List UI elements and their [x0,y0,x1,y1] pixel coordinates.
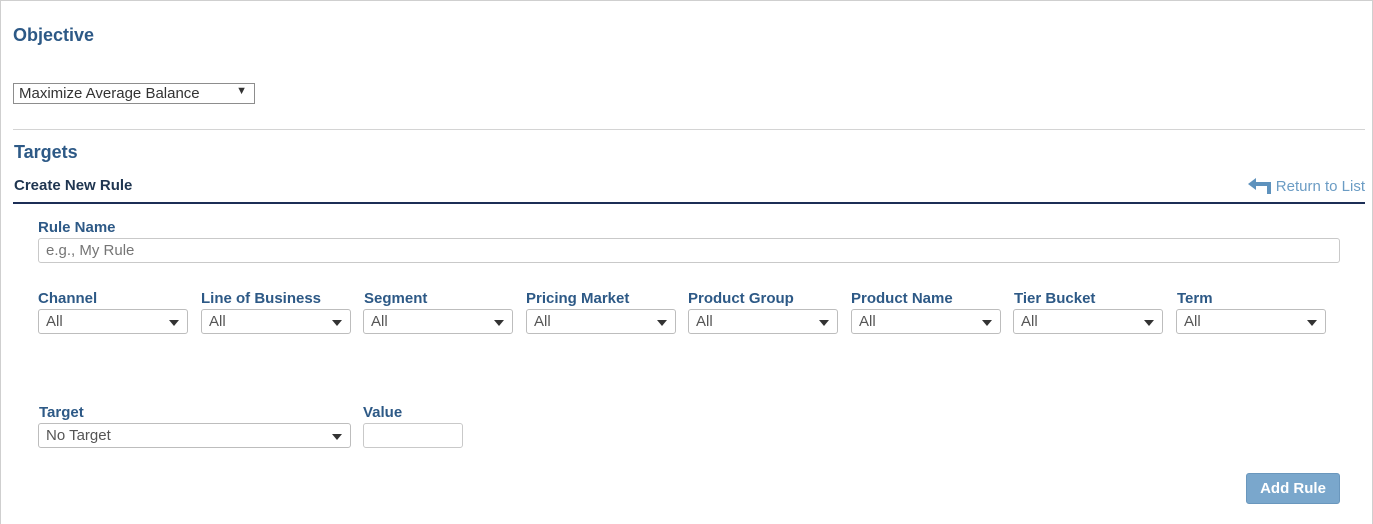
create-new-rule-heading: Create New Rule [14,177,133,194]
term-value: All [1184,313,1201,330]
chevron-down-icon [982,320,992,326]
return-to-list-link[interactable]: Return to List [1247,177,1365,195]
chevron-down-icon [819,320,829,326]
tier-bucket-label: Tier Bucket [1014,290,1096,307]
target-value: No Target [46,427,111,444]
line-of-business-label: Line of Business [201,290,322,307]
channel-value: All [46,313,63,330]
segment-value: All [371,313,388,330]
pricing-market-select[interactable]: All [526,309,676,334]
product-name-value: All [859,313,876,330]
pricing-market-label: Pricing Market [526,290,630,307]
line-of-business-select[interactable]: All [201,309,351,334]
product-group-label: Product Group [688,290,794,307]
chevron-down-icon [332,320,342,326]
objective-select[interactable]: Maximize Average Balance ▼ [13,83,255,104]
value-label: Value [363,404,403,421]
objective-title: Objective [13,25,95,45]
segment-label: Segment [364,290,428,307]
line-of-business-value: All [209,313,226,330]
target-label: Target [39,404,84,421]
return-arrow-icon [1247,178,1271,194]
return-to-list-label: Return to List [1275,177,1365,195]
chevron-down-icon [1307,320,1317,326]
value-input[interactable] [363,423,463,448]
pricing-market-value: All [534,313,551,330]
product-group-value: All [696,313,713,330]
chevron-down-icon [494,320,504,326]
channel-select[interactable]: All [38,309,188,334]
chevron-down-icon [332,434,342,440]
rule-header-underline [13,202,1365,204]
objective-selected-value: Maximize Average Balance [19,85,200,102]
product-name-label: Product Name [851,290,953,307]
target-select[interactable]: No Target [38,423,351,448]
segment-select[interactable]: All [363,309,513,334]
chevron-down-icon [657,320,667,326]
product-group-select[interactable]: All [688,309,838,334]
channel-label: Channel [38,290,98,307]
rule-name-label: Rule Name [38,219,116,236]
tier-bucket-select[interactable]: All [1013,309,1163,334]
triangle-down-icon: ▼ [236,85,247,97]
term-label: Term [1177,290,1213,307]
add-rule-button[interactable]: Add Rule [1246,473,1340,504]
targets-title: Targets [14,142,78,162]
product-name-select[interactable]: All [851,309,1001,334]
chevron-down-icon [1144,320,1154,326]
rule-name-input[interactable] [38,238,1340,263]
tier-bucket-value: All [1021,313,1038,330]
term-select[interactable]: All [1176,309,1326,334]
section-divider [13,129,1365,130]
chevron-down-icon [169,320,179,326]
